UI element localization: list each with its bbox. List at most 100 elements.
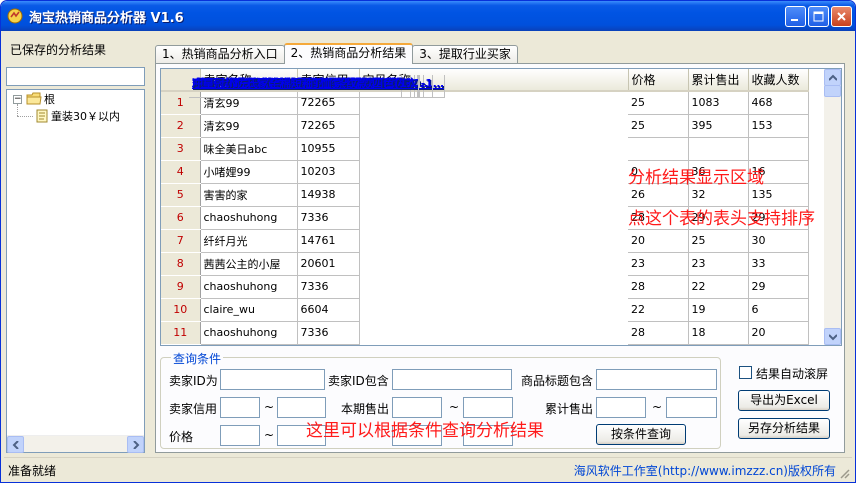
seller-credit-cell: 14938: [297, 183, 360, 207]
row-number-cell: 5: [161, 183, 201, 207]
table-row[interactable]: 10 claire_wu 6604 冲皇冠 NISSEN原单舒适罗纹棉薄款男童内衣 ……: [161, 75, 809, 322]
saved-results-filter-input[interactable]: [6, 67, 145, 86]
arrow-left-icon: [12, 440, 19, 449]
seller-credit-cell: 20601: [297, 252, 360, 276]
row-number-cell: 11: [161, 321, 201, 345]
column-header-price[interactable]: 价格: [628, 69, 689, 92]
range-separator: ~: [652, 400, 663, 414]
tree-node-saved-result[interactable]: 童装30￥以内: [35, 108, 122, 124]
total-sold-cell: [688, 137, 749, 161]
tree-node-root[interactable]: − 根: [13, 91, 57, 107]
table-row[interactable]: 2 清玄99 72265 三皇冠!超人气美羊羊T恤 飞行美羊羊 购物… 25 395 153: [161, 75, 809, 138]
seller-name-cell: claire_wu: [200, 298, 298, 322]
total-sold-max-input[interactable]: [666, 397, 717, 418]
price-cell: 23: [628, 252, 689, 276]
minimize-button[interactable]: [785, 6, 806, 27]
scroll-thumb[interactable]: [824, 85, 841, 97]
price-cell: 25: [628, 114, 689, 138]
seller-name-cell: chaoshuhong: [200, 206, 298, 230]
seller-id-contains-input[interactable]: [392, 369, 512, 390]
seller-name-cell: 害害的家: [200, 183, 298, 207]
tab-analysis-entry[interactable]: 1、热销商品分析入口: [155, 45, 285, 64]
period-sold-label: 本期售出: [341, 402, 390, 416]
column-header-total-sold[interactable]: 累计售出: [688, 69, 749, 92]
price-cell: 28: [628, 275, 689, 299]
close-button[interactable]: [831, 6, 852, 27]
item-title-link[interactable]: 冲皇冠：佐氏家全棉短袖T恤 条纹款 四色(1…: [189, 75, 419, 98]
total-sold-label: 累计售出: [545, 402, 594, 416]
status-bar: 准备就绪 海风软件工作室(http://www.imzzz.cn)版权所有: [4, 457, 852, 481]
auto-scroll-checkbox[interactable]: [739, 366, 752, 379]
main-panel: 1、热销商品分析入口 2、热销商品分析结果 3、提取行业买家 卖家名称 卖家信用…: [153, 31, 852, 455]
maximize-button[interactable]: [808, 6, 829, 27]
table-row[interactable]: 9 chaoshuhong 7336 冲皇冠：四色 欧单中大童全棉短袖T恤 A款… 28…: [161, 75, 809, 299]
seller-name-cell: chaoshuhong: [200, 321, 298, 345]
price-label: 价格: [169, 430, 194, 444]
scroll-down-button[interactable]: [824, 328, 841, 345]
range-separator: ~: [264, 428, 275, 442]
total-sold-cell: 23: [688, 252, 749, 276]
row-number-cell: 4: [161, 160, 201, 184]
price-cell: 22: [628, 298, 689, 322]
tab-extract-buyers[interactable]: 3、提取行业买家: [412, 45, 518, 64]
seller-credit-cell: 14761: [297, 229, 360, 253]
period-sold-min-input[interactable]: [392, 397, 442, 418]
seller-credit-cell: 7336: [297, 275, 360, 299]
row-number-cell: 3: [161, 137, 201, 161]
tab-analysis-results[interactable]: 2、热销商品分析结果: [283, 43, 414, 64]
export-excel-button[interactable]: 导出为Excel: [738, 390, 830, 411]
price-cell: 25: [628, 91, 689, 115]
seller-credit-min-input[interactable]: [220, 397, 260, 418]
save-result-button[interactable]: 另存分析结果: [738, 418, 830, 439]
favorites-cell: 20: [748, 321, 809, 345]
seller-id-eq-input[interactable]: [220, 369, 325, 390]
arrow-right-icon: [132, 440, 139, 449]
saved-results-label: 已保存的分析结果: [10, 43, 107, 57]
table-row[interactable]: 11 chaoshuhong 7336 冲皇冠：佐氏家全棉短袖T恤 条纹款 四色(1……: [161, 75, 809, 345]
title-bar[interactable]: 淘宝热销商品分析器 V1.6: [1, 1, 855, 31]
auto-scroll-label: 结果自动滚屏: [756, 367, 829, 381]
minimize-icon: [791, 19, 798, 21]
seller-credit-cell: 7336: [297, 321, 360, 345]
period-sold-max-input[interactable]: [463, 397, 513, 418]
resize-grip-icon[interactable]: [838, 467, 850, 479]
column-header-favorites[interactable]: 收藏人数: [748, 69, 809, 92]
favorites-cell: [748, 137, 809, 161]
annotation-query-hint: 这里可以根据条件查询分析结果: [306, 421, 544, 441]
tree-expander[interactable]: −: [13, 94, 22, 104]
scroll-right-button[interactable]: [127, 436, 144, 453]
seller-name-cell: 茜茜公主的小屋: [200, 252, 298, 276]
price-cell: [628, 137, 689, 161]
range-separator: ~: [264, 400, 275, 414]
tree-child-label: 童装30￥以内: [51, 110, 120, 123]
table-row[interactable]: 8 茜茜公主的小屋 20601 [皇冠]儿童舞蹈服/练功服/舞蹈裤平腰单细条… 23 23…: [161, 75, 809, 276]
query-button[interactable]: 按条件查询: [596, 424, 686, 445]
saved-results-tree[interactable]: − 根 童装30￥以内: [6, 89, 145, 453]
seller-credit-max-input[interactable]: [277, 397, 326, 418]
arrow-up-icon: [828, 74, 837, 81]
query-conditions-legend: 查询条件: [171, 350, 224, 367]
seller-name-cell: 纤纤月光: [200, 229, 298, 253]
favorites-cell: 30: [748, 229, 809, 253]
copyright-link[interactable]: 海风软件工作室(http://www.imzzz.cn)版权所有: [574, 462, 836, 479]
price-min-input[interactable]: [220, 425, 260, 446]
app-icon: [7, 8, 23, 24]
scroll-left-button[interactable]: [7, 436, 24, 453]
row-number-cell: 7: [161, 229, 201, 253]
price-cell: 28: [628, 321, 689, 345]
table-row[interactable]: 7 纤纤月光 14761 *皇冠特*韩国原单Best Kids条纹小背心 120… 20…: [161, 75, 809, 253]
seller-name-cell: 味全美日abc: [200, 137, 298, 161]
status-text: 准备就绪: [8, 464, 57, 478]
panel-splitter[interactable]: [149, 31, 152, 455]
seller-name-cell: 清玄99: [200, 114, 298, 138]
table-row[interactable]: 3 味全美日abc 10955 【皇冠童装】满天星花边美羊羊女大童版…: [161, 75, 809, 161]
scroll-up-button[interactable]: [824, 69, 841, 86]
tree-connector: [17, 116, 33, 117]
arrow-down-icon: [828, 333, 837, 340]
title-contains-input[interactable]: [596, 369, 717, 390]
grid-vertical-scrollbar[interactable]: [824, 69, 841, 345]
total-sold-min-input[interactable]: [596, 397, 646, 418]
annotation-sort-hint: 点这个表的表头支持排序: [628, 209, 815, 229]
total-sold-cell: 395: [688, 114, 749, 138]
tree-horizontal-scrollbar[interactable]: [7, 435, 144, 453]
